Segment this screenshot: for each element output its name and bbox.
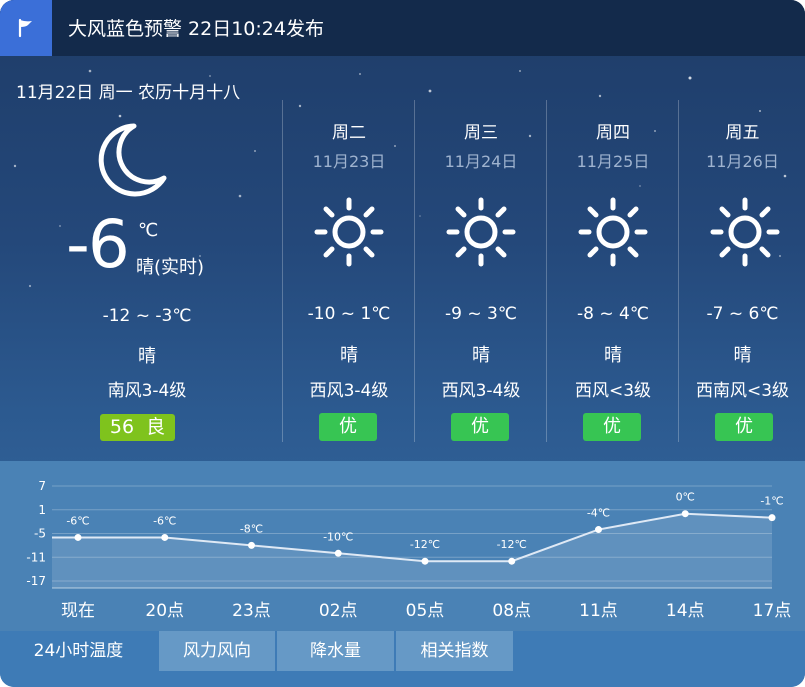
weather-card: 大风蓝色预警 22日10:24发布 11月22日 周一 农历十月十八 -6 ℃ … — [0, 0, 805, 687]
temperature-point — [334, 549, 342, 557]
air-quality-badge[interactable]: 优 — [451, 413, 509, 441]
sun-icon — [446, 197, 516, 267]
forecast-day: 周五 11月26日 -7 ~ 6℃ 晴 西南风<3级 优 — [678, 100, 805, 442]
forecast-wind: 西南风<3级 — [695, 381, 790, 401]
temperature-point — [161, 533, 169, 541]
today-panel: -6 ℃ 晴(实时) -12 ~ -3℃ 晴 南风3-4级 56 良 — [16, 100, 278, 450]
temperature-data-label: -4℃ — [587, 507, 610, 520]
forecast-temp-range: -9 ~ 3℃ — [445, 304, 517, 324]
forecast-weather: 晴 — [604, 345, 622, 366]
x-tick-label: 现在 — [61, 601, 95, 621]
today-weather: 晴 — [138, 346, 156, 367]
temperature-point — [768, 514, 776, 522]
forecast-day: 周二 11月23日 -10 ~ 1℃ 晴 西风3-4级 优 — [282, 100, 415, 442]
tab-precipitation[interactable]: 降水量 — [277, 631, 394, 671]
today-wind: 南风3-4级 — [107, 381, 187, 401]
temperature-data-label: -12℃ — [410, 538, 440, 551]
forecast-weekday: 周四 — [596, 123, 630, 143]
x-tick-label: 02点 — [319, 601, 358, 621]
y-tick-label: -17 — [26, 574, 46, 588]
x-tick-label: 23点 — [232, 601, 271, 621]
y-tick-label: -5 — [34, 527, 46, 541]
forecast-weather: 晴 — [733, 345, 752, 366]
current-condition: 晴(实时) — [136, 257, 205, 278]
tab-24h-temperature[interactable]: 24小时温度 — [0, 631, 157, 671]
x-tick-label: 14点 — [666, 601, 705, 621]
forecast-date: 11月25日 — [576, 152, 650, 171]
forecast-wind: 西风<3级 — [574, 381, 652, 401]
x-tick-label: 20点 — [145, 601, 184, 621]
forecast-date: 11月26日 — [706, 152, 779, 171]
temperature-data-label: -12℃ — [497, 538, 527, 551]
temperature-data-label: -8℃ — [240, 522, 263, 535]
temperature-point — [595, 526, 602, 534]
y-tick-label: 1 — [38, 503, 46, 517]
forecast-weekday: 周三 — [464, 123, 498, 143]
current-temperature: -6 — [66, 206, 130, 283]
forecast-date: 11月24日 — [444, 152, 518, 171]
aqi-badge[interactable]: 56 良 — [100, 414, 175, 441]
temperature-data-label: -1℃ — [760, 495, 783, 508]
forecast-temp-range: -10 ~ 1℃ — [307, 304, 391, 324]
temperature-point — [681, 510, 689, 518]
chart-tabs: 24小时温度 风力风向 降水量 相关指数 — [0, 631, 805, 687]
temperature-point — [74, 533, 82, 541]
sun-icon — [314, 197, 384, 267]
forecast-temp-range: -7 ~ 6℃ — [706, 304, 779, 324]
tab-wind[interactable]: 风力风向 — [159, 631, 275, 671]
warning-text[interactable]: 大风蓝色预警 22日10:24发布 — [68, 0, 324, 56]
forecast-weather: 晴 — [340, 345, 358, 366]
temperature-data-label: -6℃ — [153, 514, 176, 527]
forecast-weekday: 周五 — [725, 123, 760, 143]
temperature-chart-panel: 7 1 -5 -11 -17 -6℃ 现在 -6℃ 20点 -8℃ 23点 -10℃ 02点 -12℃ 05… — [0, 461, 805, 631]
forecast-wind: 西风3-4级 — [441, 381, 521, 401]
sun-icon — [710, 197, 780, 267]
forecast-day: 周四 11月25日 -8 ~ 4℃ 晴 西风<3级 优 — [546, 100, 679, 442]
warning-bar[interactable]: 大风蓝色预警 22日10:24发布 — [0, 0, 805, 56]
flag-icon — [0, 0, 52, 56]
air-quality-badge[interactable]: 优 — [583, 413, 641, 441]
forecast-wind: 西风3-4级 — [309, 381, 389, 401]
forecast-day: 周三 11月24日 -9 ~ 3℃ 晴 西风3-4级 优 — [414, 100, 547, 442]
forecast-weekday: 周二 — [332, 123, 366, 143]
air-quality-badge[interactable]: 优 — [319, 413, 377, 441]
x-tick-label: 05点 — [406, 601, 445, 621]
y-tick-label: -11 — [26, 550, 46, 564]
y-tick-label: 7 — [38, 479, 46, 493]
x-tick-label: 08点 — [492, 601, 531, 621]
forecast-date: 11月23日 — [312, 152, 386, 171]
temperature-point — [421, 557, 429, 565]
air-quality-badge[interactable]: 优 — [715, 413, 773, 441]
temperature-point — [508, 557, 516, 565]
sun-icon — [578, 197, 648, 267]
x-tick-label: 11点 — [579, 601, 618, 621]
temperature-data-label: -6℃ — [66, 514, 89, 527]
tab-indices[interactable]: 相关指数 — [396, 631, 513, 671]
forecast-temp-range: -8 ~ 4℃ — [577, 304, 649, 324]
today-temp-range: -12 ~ -3℃ — [102, 306, 192, 326]
temperature-chart: 7 1 -5 -11 -17 -6℃ 现在 -6℃ 20点 -8℃ 23点 -10℃ 02点 -12℃ 05… — [26, 479, 792, 621]
temperature-unit: ℃ — [138, 220, 159, 241]
x-tick-label: 17点 — [753, 601, 792, 621]
temperature-point — [248, 541, 255, 549]
moon-icon — [98, 123, 167, 197]
temperature-data-label: -10℃ — [323, 530, 353, 543]
forecast-weather: 晴 — [472, 345, 490, 366]
temperature-data-label: 0℃ — [676, 491, 695, 504]
